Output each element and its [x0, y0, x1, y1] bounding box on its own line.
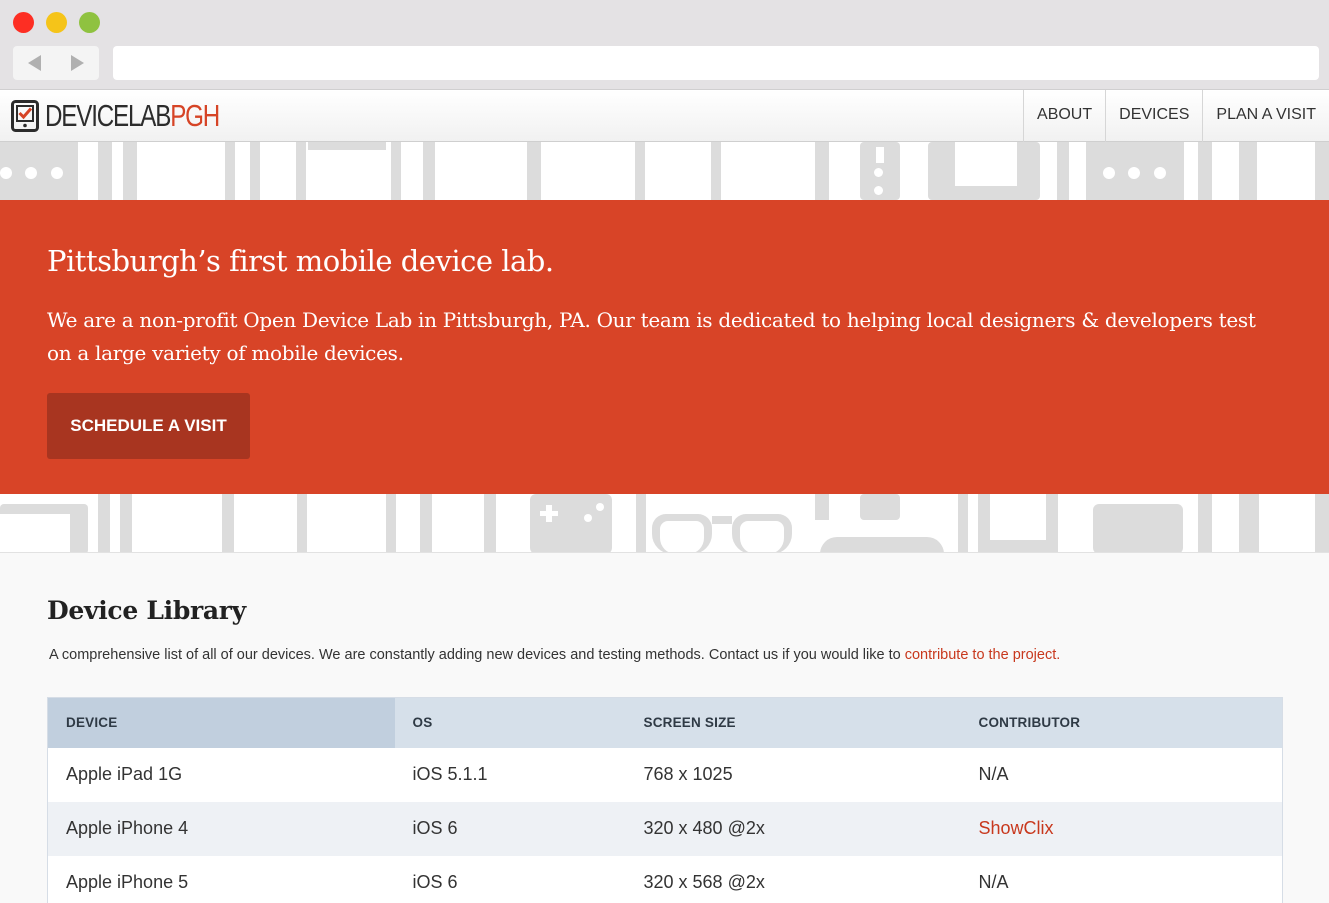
history-buttons [13, 46, 99, 80]
device-table: DEVICE OS SCREEN SIZE CONTRIBUTOR Apple … [47, 697, 1283, 903]
forward-arrow-icon[interactable] [71, 55, 84, 71]
contributor-link[interactable]: ShowClix [960, 801, 1283, 856]
maximize-window-icon[interactable] [79, 12, 100, 33]
table-header-row: DEVICE OS SCREEN SIZE CONTRIBUTOR [47, 697, 1283, 748]
tablet-check-icon [11, 100, 39, 132]
cell-device: Apple iPhone 4 [47, 801, 395, 856]
back-arrow-icon[interactable] [28, 55, 41, 71]
cell-device: Apple iPad 1G [47, 747, 395, 802]
cell-contributor: N/A [960, 747, 1283, 802]
minimize-window-icon[interactable] [46, 12, 67, 33]
site-header: DEVICELABPGH ABOUT DEVICES PLAN A VISIT [0, 90, 1329, 142]
cell-screen-size: 320 x 568 @2x [625, 855, 961, 903]
hero-banner: Pittsburgh’s first mobile device lab. We… [0, 200, 1329, 494]
cell-contributor: N/A [960, 855, 1283, 903]
contribute-link[interactable]: contribute to the project. [905, 647, 1061, 663]
schedule-visit-button[interactable]: SCHEDULE A VISIT [47, 393, 250, 459]
cell-screen-size: 320 x 480 @2x [625, 801, 961, 856]
main-nav: ABOUT DEVICES PLAN A VISIT [1023, 90, 1329, 142]
table-row: Apple iPad 1G iOS 5.1.1 768 x 1025 N/A [47, 747, 1283, 802]
logo-text-dark: DEVICELAB [45, 98, 171, 133]
table-row: Apple iPhone 4 iOS 6 320 x 480 @2x ShowC… [47, 801, 1283, 856]
close-window-icon[interactable] [13, 12, 34, 33]
col-os-header[interactable]: OS [394, 697, 626, 748]
address-bar[interactable] [113, 46, 1319, 80]
library-desc-text: A comprehensive list of all of our devic… [49, 647, 905, 663]
logo-wordmark: DEVICELABPGH [45, 98, 220, 134]
col-screen-size-header[interactable]: SCREEN SIZE [625, 697, 961, 748]
library-description: A comprehensive list of all of our devic… [49, 647, 1060, 663]
table-row: Apple iPhone 5 iOS 6 320 x 568 @2x N/A [47, 855, 1283, 903]
hero-description: We are a non-profit Open Device Lab in P… [47, 308, 1256, 365]
nav-devices[interactable]: DEVICES [1105, 90, 1202, 142]
col-device-header[interactable]: DEVICE [47, 697, 395, 748]
nav-plan-a-visit[interactable]: PLAN A VISIT [1202, 90, 1329, 142]
browser-chrome [0, 0, 1329, 90]
cell-os: iOS 6 [394, 801, 626, 856]
library-title: Device Library [47, 596, 246, 625]
col-contributor-header[interactable]: CONTRIBUTOR [960, 697, 1283, 748]
hero-title: Pittsburgh’s first mobile device lab. [47, 244, 554, 278]
cell-screen-size: 768 x 1025 [625, 747, 961, 802]
logo-text-red: PGH [170, 98, 220, 133]
cell-os: iOS 5.1.1 [394, 747, 626, 802]
nav-about[interactable]: ABOUT [1023, 90, 1105, 142]
cell-os: iOS 6 [394, 855, 626, 903]
cell-device: Apple iPhone 5 [47, 855, 395, 903]
site-logo[interactable]: DEVICELABPGH [11, 98, 268, 134]
